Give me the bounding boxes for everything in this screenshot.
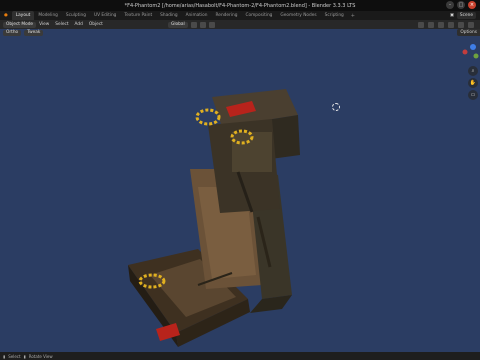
window-title: *F4-Phantom2 [/home/arias/Hasabolt/F4-Ph… (124, 2, 356, 9)
tool-settings-bar: Ortho Tweak Options (0, 29, 480, 37)
window-controls: – □ × (446, 1, 476, 9)
shading-material-icon[interactable] (468, 21, 474, 28)
tab-layout[interactable]: Layout (11, 11, 35, 20)
status-select: Select (8, 353, 21, 359)
maximize-icon[interactable]: □ (457, 1, 465, 9)
3d-viewport[interactable] (0, 37, 480, 352)
tab-geometry-nodes[interactable]: Geometry Nodes (276, 11, 320, 20)
mouse-middle-icon: ▮ (23, 353, 26, 359)
shading-solid-icon[interactable] (458, 21, 464, 28)
proportional-icon[interactable] (208, 21, 215, 28)
tab-modeling[interactable]: Modeling (34, 11, 62, 20)
scene-icon: ▣ (449, 13, 454, 18)
zoom-icon[interactable]: ⌕ (468, 66, 478, 76)
minimize-icon[interactable]: – (446, 1, 454, 9)
pivot-icon[interactable] (190, 21, 197, 28)
tab-animation[interactable]: Animation (182, 11, 212, 20)
menu-view[interactable]: View (36, 22, 52, 27)
3d-cursor-icon[interactable] (332, 103, 340, 111)
options-button[interactable]: Options (457, 29, 480, 36)
scene-name-field[interactable]: Scene (456, 12, 476, 19)
menu-add[interactable]: Add (72, 22, 86, 27)
overlay-toggle-icon[interactable] (438, 21, 444, 28)
shading-controls (418, 21, 474, 28)
handle-ring-left (195, 108, 221, 126)
transform-controls: Global (168, 21, 215, 28)
snap-icon[interactable] (199, 21, 206, 28)
add-workspace-icon[interactable]: + (348, 13, 358, 19)
orientation-dropdown[interactable]: Global (168, 21, 188, 28)
visibility-icon[interactable] (418, 21, 424, 28)
viewport-header: Object Mode View Select Add Object Globa… (0, 20, 480, 29)
y-axis-icon[interactable] (473, 53, 479, 59)
tab-sculpting[interactable]: Sculpting (62, 11, 90, 20)
scene-selector: ▣ Scene (450, 12, 476, 19)
close-icon[interactable]: × (468, 1, 476, 9)
pan-icon[interactable]: ✋ (468, 78, 478, 88)
tab-rendering[interactable]: Rendering (212, 11, 242, 20)
blender-logo-icon[interactable]: ● (0, 11, 12, 20)
mouse-left-icon: ▮ (3, 353, 6, 359)
tab-texture-paint[interactable]: Texture Paint (120, 11, 156, 20)
tab-uv-editing[interactable]: UV Editing (90, 11, 120, 20)
tab-shading[interactable]: Shading (156, 11, 181, 20)
workspace-tabs-bar: ● Layout Modeling Sculpting UV Editing T… (0, 11, 480, 20)
status-bar: ▮ Select ▮ Rotate View (0, 352, 480, 360)
z-axis-icon[interactable] (470, 44, 476, 50)
object-mode-dropdown[interactable]: Object Mode (3, 21, 37, 28)
x-axis-icon[interactable] (462, 49, 468, 55)
xray-icon[interactable] (448, 21, 454, 28)
menu-select[interactable]: Select (52, 22, 71, 27)
tweak-dropdown[interactable]: Tweak (24, 30, 44, 36)
window-titlebar: *F4-Phantom2 [/home/arias/Hasabolt/F4-Ph… (0, 0, 480, 11)
view-type-dropdown[interactable]: Ortho (3, 30, 22, 36)
status-rotate: Rotate View (28, 353, 53, 359)
axis-gizmo[interactable] (460, 42, 480, 64)
camera-view-icon[interactable]: ▭ (468, 90, 478, 100)
ejection-seat-model (128, 89, 300, 347)
menu-object[interactable]: Object (86, 22, 106, 27)
gizmo-toggle-icon[interactable] (428, 21, 434, 28)
tab-scripting[interactable]: Scripting (321, 11, 348, 20)
tab-compositing[interactable]: Compositing (241, 11, 276, 20)
